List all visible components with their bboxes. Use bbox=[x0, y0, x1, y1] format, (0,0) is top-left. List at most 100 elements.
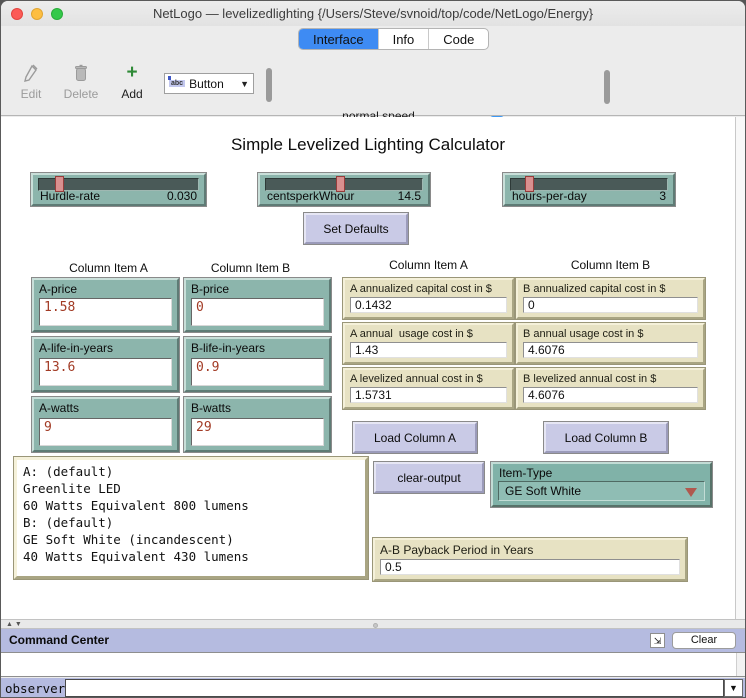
slider-centsperkwhour[interactable]: centsperkWhour 14.5 bbox=[258, 173, 430, 206]
tab-code[interactable]: Code bbox=[428, 29, 488, 49]
monitor-label: B annualized capital cost in $ bbox=[518, 280, 703, 296]
toolbar-separator bbox=[604, 70, 610, 104]
monitor-value: 0.5 bbox=[380, 559, 680, 575]
input-field[interactable]: 29 bbox=[191, 418, 324, 446]
input-a-life-in-years[interactable]: A-life-in-years 13.6 bbox=[32, 337, 179, 392]
toolbar: Edit Delete + Add abc Button ▼ normal sp… bbox=[1, 53, 745, 116]
output-line: GE Soft White (incandescent) bbox=[23, 531, 359, 548]
add-label: Add bbox=[121, 87, 142, 101]
monitor-label: A levelized annual cost in $ bbox=[345, 370, 512, 386]
monitor-label: A-B Payback Period in Years bbox=[375, 540, 685, 558]
widget-type-dropdown[interactable]: abc Button ▼ bbox=[164, 73, 254, 94]
title-bar: NetLogo — levelizedlighting {/Users/Stev… bbox=[1, 1, 745, 26]
tab-interface[interactable]: Interface bbox=[299, 29, 378, 49]
output-line: Greenlite LED bbox=[23, 480, 359, 497]
column-header-left-a: Column Item A bbox=[31, 261, 186, 275]
window-title: NetLogo — levelizedlighting {/Users/Stev… bbox=[1, 6, 745, 21]
slider-hurdle-rate[interactable]: Hurdle-rate 0.030 bbox=[31, 173, 206, 206]
monitor-label: B annual usage cost in $ bbox=[518, 325, 703, 341]
column-header-left-b: Column Item B bbox=[173, 261, 328, 275]
tab-row: Interface Info Code bbox=[1, 28, 745, 52]
input-label: B-watts bbox=[186, 399, 329, 416]
chooser-dropdown-triangle-icon bbox=[685, 488, 697, 497]
slider-value: 14.5 bbox=[398, 189, 421, 203]
output-line: 40 Watts Equivalent 430 lumens bbox=[23, 548, 359, 565]
input-field[interactable]: 0 bbox=[191, 298, 324, 326]
output-line: 60 Watts Equivalent 800 lumens bbox=[23, 497, 359, 514]
add-button[interactable]: + Add bbox=[117, 63, 147, 101]
command-history-dropdown[interactable]: ▼ bbox=[724, 679, 743, 697]
slider-hours-per-day[interactable]: hours-per-day 3 bbox=[503, 173, 675, 206]
plus-icon: + bbox=[117, 63, 147, 85]
interface-canvas: Simple Levelized Lighting Calculator Hur… bbox=[1, 117, 735, 619]
edit-label: Edit bbox=[21, 87, 42, 101]
slider-value: 3 bbox=[659, 189, 666, 203]
canvas-vertical-scrollbar[interactable] bbox=[735, 117, 746, 619]
expand-icon[interactable]: ⇲ bbox=[650, 633, 665, 648]
input-field[interactable]: 0.9 bbox=[191, 358, 324, 386]
input-b-price[interactable]: B-price 0 bbox=[184, 278, 331, 332]
input-a-watts[interactable]: A-watts 9 bbox=[32, 397, 179, 452]
observer-prompt: observer> bbox=[5, 681, 73, 696]
slider-value: 0.030 bbox=[167, 189, 197, 203]
input-field[interactable]: 13.6 bbox=[39, 358, 172, 386]
monitor-value: 0 bbox=[523, 297, 698, 313]
command-center-splitter[interactable]: ▲▼ bbox=[1, 619, 745, 629]
clear-button[interactable]: Clear bbox=[672, 632, 736, 649]
column-header-right-b: Column Item B bbox=[516, 258, 705, 272]
monitor-a-levelized-annual-cost: A levelized annual cost in $ 1.5731 bbox=[343, 368, 514, 409]
command-center-output[interactable] bbox=[1, 652, 745, 677]
monitor-value: 0.1432 bbox=[350, 297, 507, 313]
widget-type-value: Button bbox=[189, 77, 224, 91]
load-column-a-button[interactable]: Load Column A bbox=[353, 422, 477, 453]
input-label: A-life-in-years bbox=[34, 339, 177, 356]
monitor-b-annualized-capital-cost: B annualized capital cost in $ 0 bbox=[516, 278, 705, 319]
input-b-life-in-years[interactable]: B-life-in-years 0.9 bbox=[184, 337, 331, 392]
pencil-icon bbox=[17, 63, 45, 85]
command-center-header: Command Center ⇲ Clear bbox=[1, 629, 745, 652]
item-type-chooser[interactable]: Item-Type GE Soft White bbox=[491, 462, 712, 507]
model-title: Simple Levelized Lighting Calculator bbox=[1, 135, 735, 155]
monitor-b-annual-usage-cost: B annual usage cost in $ 4.6076 bbox=[516, 323, 705, 364]
chooser-selected-value[interactable]: GE Soft White bbox=[498, 481, 705, 501]
set-defaults-button[interactable]: Set Defaults bbox=[304, 213, 408, 244]
button-widget-icon: abc bbox=[169, 80, 185, 87]
input-b-watts[interactable]: B-watts 29 bbox=[184, 397, 331, 452]
input-field[interactable]: 1.58 bbox=[39, 298, 172, 326]
output-line: A: (default) bbox=[23, 463, 359, 480]
output-line: B: (default) bbox=[23, 514, 359, 531]
monitor-value: 4.6076 bbox=[523, 387, 698, 403]
toolbar-separator bbox=[266, 68, 272, 102]
splitter-collapse-arrows-icon[interactable]: ▲▼ bbox=[6, 621, 24, 628]
monitor-value: 1.5731 bbox=[350, 387, 507, 403]
input-field[interactable]: 9 bbox=[39, 418, 172, 446]
monitor-value: 1.43 bbox=[350, 342, 507, 358]
tab-segmented-control: Interface Info Code bbox=[298, 28, 489, 50]
monitor-label: A annualized capital cost in $ bbox=[345, 280, 512, 296]
monitor-payback-period: A-B Payback Period in Years 0.5 bbox=[373, 538, 687, 581]
tab-info[interactable]: Info bbox=[378, 29, 429, 49]
chooser-value-text: GE Soft White bbox=[505, 484, 581, 498]
load-column-b-button[interactable]: Load Column B bbox=[544, 422, 668, 453]
chooser-label: Item-Type bbox=[493, 464, 710, 481]
input-label: A-price bbox=[34, 280, 177, 297]
monitor-value: 4.6076 bbox=[523, 342, 698, 358]
input-label: B-price bbox=[186, 280, 329, 297]
delete-button[interactable]: Delete bbox=[61, 63, 101, 101]
input-a-price[interactable]: A-price 1.58 bbox=[32, 278, 179, 332]
clear-output-button[interactable]: clear-output bbox=[374, 462, 484, 493]
delete-label: Delete bbox=[64, 87, 99, 101]
slider-label: Hurdle-rate bbox=[40, 189, 100, 203]
slider-label: centsperkWhour bbox=[267, 189, 354, 203]
trash-icon bbox=[61, 63, 101, 85]
edit-button[interactable]: Edit bbox=[17, 63, 45, 101]
chevron-down-icon: ▼ bbox=[240, 79, 249, 89]
command-input-row: observer> ▼ bbox=[1, 678, 745, 698]
command-input[interactable] bbox=[65, 679, 724, 697]
monitor-b-levelized-annual-cost: B levelized annual cost in $ 4.6076 bbox=[516, 368, 705, 409]
column-header-right-a: Column Item A bbox=[343, 258, 514, 272]
command-output-scrollbar[interactable] bbox=[736, 653, 745, 676]
monitor-label: A annual usage cost in $ bbox=[345, 325, 512, 341]
splitter-grip-icon[interactable] bbox=[373, 623, 378, 628]
output-area[interactable]: A: (default) Greenlite LED 60 Watts Equi… bbox=[14, 457, 368, 579]
